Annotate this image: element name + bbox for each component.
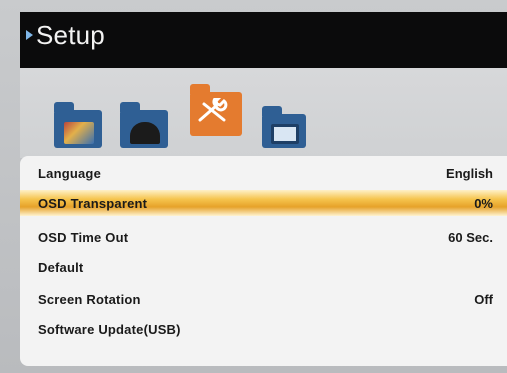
title-bar: Setup bbox=[20, 12, 507, 68]
menu-item-label: Screen Rotation bbox=[38, 291, 141, 307]
category-icon-strip bbox=[20, 68, 507, 158]
menu-item-value: Off bbox=[474, 291, 493, 307]
setup-menu: Language English OSD Transparent 0% OSD … bbox=[20, 156, 507, 366]
screen-folder-icon[interactable] bbox=[262, 106, 306, 148]
menu-item-value: 60 Sec. bbox=[448, 229, 493, 245]
menu-item-software-update[interactable]: Software Update(USB) bbox=[20, 316, 507, 342]
picture-thumbnail bbox=[64, 122, 94, 144]
folder-tab bbox=[54, 102, 74, 112]
picture-folder-icon[interactable] bbox=[54, 102, 102, 148]
menu-item-label: Default bbox=[38, 259, 84, 275]
menu-item-label: OSD Time Out bbox=[38, 229, 129, 245]
menu-item-language[interactable]: Language English bbox=[20, 160, 507, 186]
osd-screen: Setup Language English OSD Transparent 0… bbox=[0, 0, 507, 373]
monitor-shape bbox=[271, 124, 299, 144]
wrench-icon bbox=[198, 98, 228, 122]
title-arrow-icon bbox=[26, 30, 33, 40]
page-title: Setup bbox=[36, 20, 105, 50]
setup-folder-icon[interactable] bbox=[190, 84, 242, 136]
menu-item-value: 0% bbox=[474, 195, 493, 211]
speaker-shape bbox=[130, 122, 160, 144]
menu-item-label: Software Update(USB) bbox=[38, 321, 181, 337]
folder-tab bbox=[120, 102, 140, 112]
folder-tab bbox=[262, 106, 282, 116]
menu-item-value: English bbox=[446, 165, 493, 181]
menu-item-label: Language bbox=[38, 165, 101, 181]
folder-tab bbox=[190, 84, 210, 94]
menu-item-default[interactable]: Default bbox=[20, 254, 507, 280]
menu-item-osd-transparent[interactable]: OSD Transparent 0% bbox=[20, 190, 507, 216]
menu-item-osd-time-out[interactable]: OSD Time Out 60 Sec. bbox=[20, 224, 507, 250]
menu-item-screen-rotation[interactable]: Screen Rotation Off bbox=[20, 286, 507, 312]
menu-item-label: OSD Transparent bbox=[38, 195, 148, 211]
sound-folder-icon[interactable] bbox=[120, 102, 168, 148]
